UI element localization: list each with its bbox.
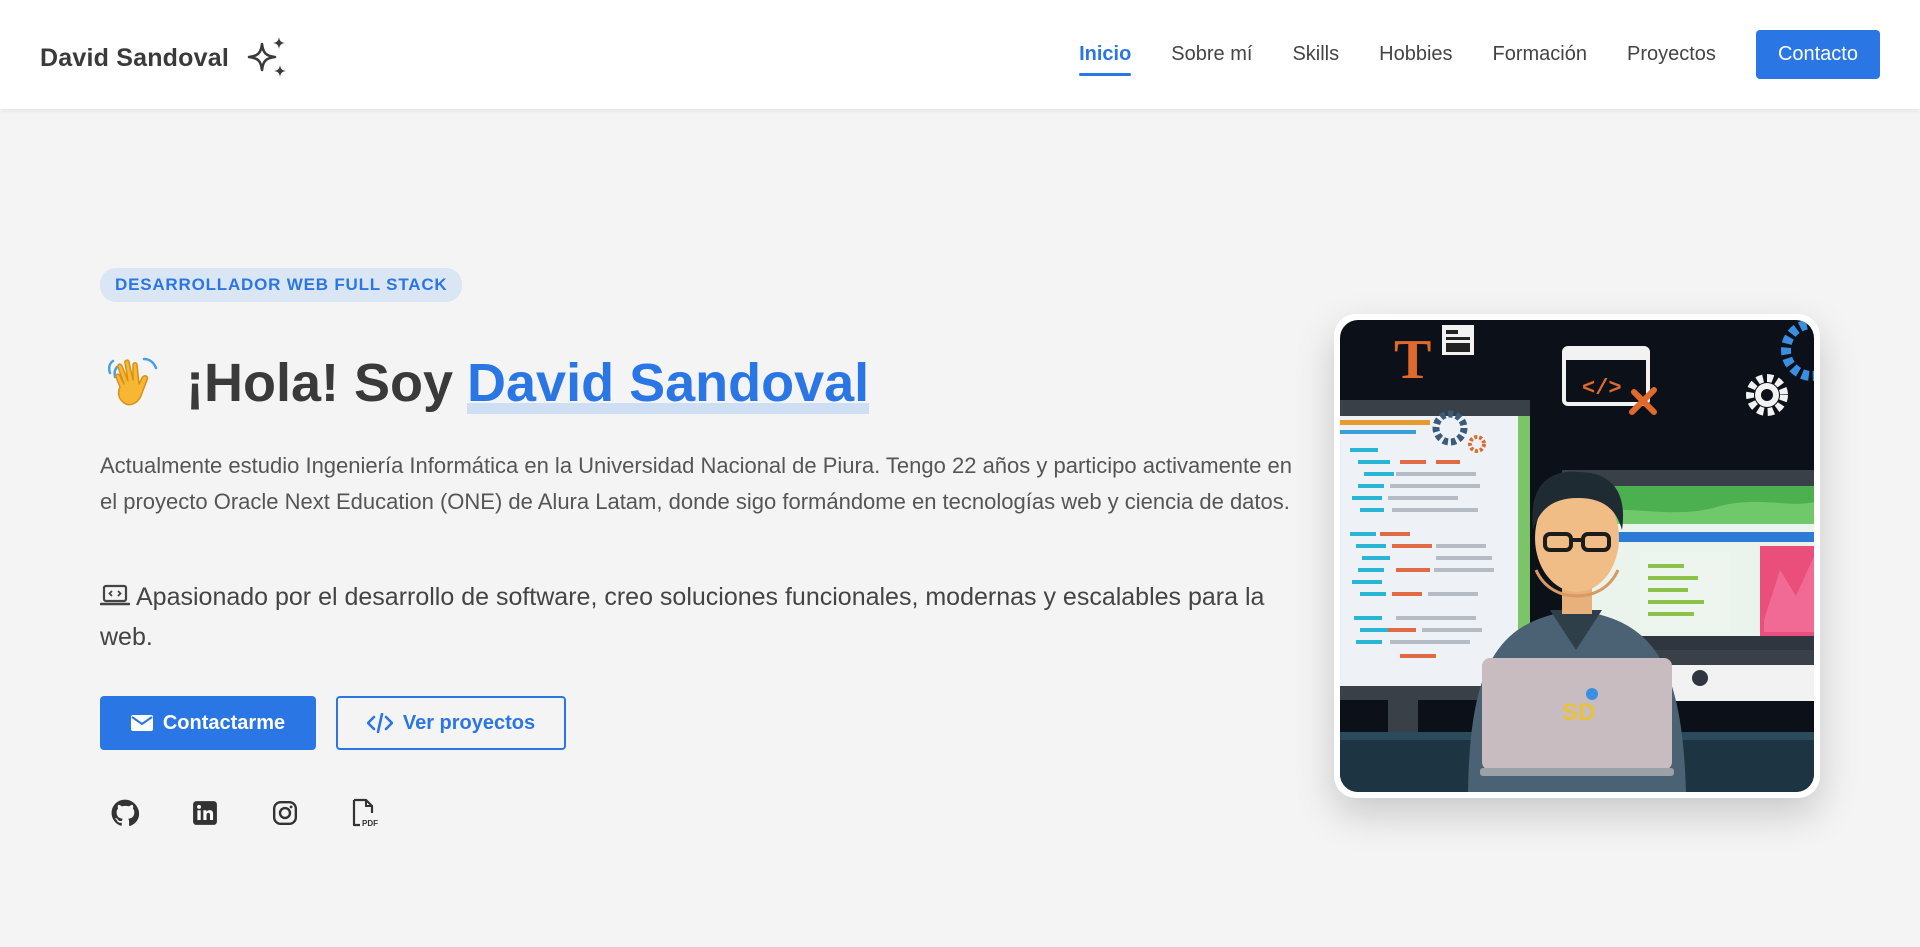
role-badge: DESARROLLADOR WEB FULL STACK [100, 268, 463, 302]
laptop-logo: SD [1562, 699, 1595, 726]
nav-links: Inicio Sobre mí Skills Hobbies Formación… [1039, 30, 1880, 79]
hero-description: Actualmente estudio Ingeniería Informáti… [100, 453, 1292, 514]
contact-button[interactable]: Contactarme [100, 696, 316, 750]
instagram-link[interactable] [268, 796, 302, 830]
navbar: David Sandoval Inicio Sobre mí Skills Ho… [0, 0, 1920, 109]
instagram-icon [272, 800, 298, 826]
nav-link-hobbies[interactable]: Hobbies [1379, 31, 1452, 78]
cv-pdf-link[interactable]: PDF [348, 796, 382, 830]
waving-hand-icon [107, 357, 158, 406]
github-link[interactable] [108, 796, 142, 830]
social-links: PDF [108, 796, 428, 830]
contact-button-label: Contactarme [162, 711, 286, 734]
contact-nav-button[interactable]: Contacto [1755, 30, 1880, 79]
nav-link-skills[interactable]: Skills [1292, 31, 1339, 78]
passion-text: Apasionado por el desarrollo de software… [100, 583, 1265, 651]
view-projects-label: Ver proyectos [402, 711, 536, 734]
hero-title: ¡Hola! Soy David Sandoval [104, 352, 870, 414]
nav-link-inicio[interactable]: Inicio [1079, 31, 1132, 78]
envelope-icon [130, 715, 153, 731]
linkedin-icon [193, 801, 217, 825]
greeting-text: ¡Hola! Soy [186, 353, 454, 413]
linkedin-link[interactable] [188, 796, 222, 830]
letter-t-decoration: T [1394, 329, 1431, 391]
nav-link-sobre-mi[interactable]: Sobre mí [1171, 31, 1252, 78]
nav-link-proyectos[interactable]: Proyectos [1627, 31, 1716, 78]
pdf-file-icon: PDF [352, 798, 378, 828]
hero-name: David Sandoval [467, 352, 870, 414]
svg-text:</>: </> [1582, 376, 1622, 401]
brand[interactable]: David Sandoval [40, 36, 289, 80]
svg-text:PDF: PDF [362, 819, 378, 828]
nav-link-formacion[interactable]: Formación [1493, 31, 1587, 78]
github-icon [111, 799, 139, 826]
brand-name: David Sandoval [40, 43, 229, 72]
view-projects-button[interactable]: Ver proyectos [336, 696, 566, 750]
laptop-code-icon [100, 584, 130, 606]
code-icon [366, 713, 393, 733]
sparkles-icon [247, 37, 286, 77]
hero-passion: Apasionado por el desarrollo de software… [100, 577, 1320, 657]
laptop-figure: SD [1480, 658, 1674, 776]
profile-illustration-card: T </> SD [1334, 314, 1820, 798]
developer-illustration: T </> SD [1340, 320, 1814, 792]
